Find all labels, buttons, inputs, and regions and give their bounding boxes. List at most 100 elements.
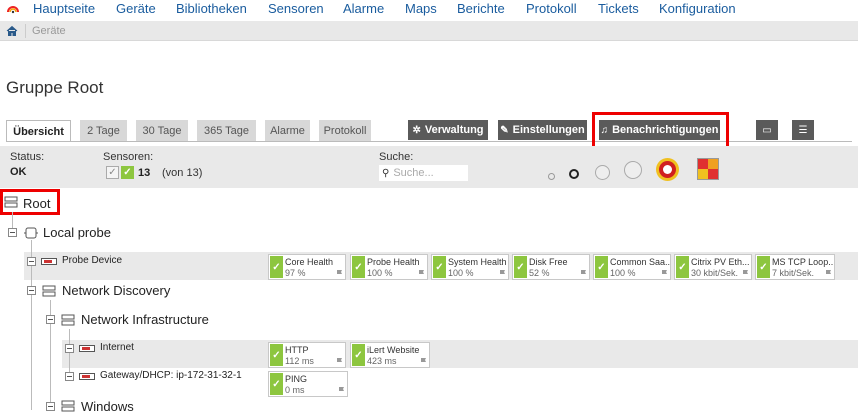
check-icon: ✓ [270, 373, 283, 395]
wrench-icon: ✎ [500, 124, 509, 136]
status-value: OK [10, 166, 27, 178]
sensor-name: iLert Website [367, 345, 420, 355]
top-navigation: Hauptseite Geräte Bibliotheken Sensoren … [0, 0, 858, 19]
flag-icon[interactable] [580, 270, 587, 277]
flag-icon[interactable] [661, 270, 668, 277]
flag-icon[interactable] [418, 270, 425, 277]
verwaltung-button[interactable]: ✲ Verwaltung [408, 120, 488, 140]
sensor-disk-free[interactable]: ✓ Disk Free 52 % [512, 254, 590, 280]
flag-icon[interactable] [742, 270, 749, 277]
breadcrumb-separator [25, 24, 26, 38]
view-size-option-1[interactable] [548, 173, 555, 180]
prtg-logo-icon[interactable] [7, 3, 19, 15]
tab-protokoll[interactable]: Protokoll [319, 120, 371, 141]
sensor-name: Citrix PV Eth... [691, 257, 750, 267]
nav-item-hauptseite[interactable]: Hauptseite [33, 1, 116, 16]
collapse-windows[interactable] [46, 402, 55, 411]
search-placeholder: Suche... [393, 167, 434, 179]
sensors-gray-check-icon[interactable]: ✓ [106, 166, 119, 179]
collapse-gateway[interactable] [65, 372, 74, 381]
sensor-probe-health[interactable]: ✓ Probe Health 100 % [350, 254, 428, 280]
nav-item-alarme[interactable]: Alarme [343, 1, 405, 16]
treemap-view-icon[interactable] [697, 158, 719, 180]
nav-item-geraete[interactable]: Geräte [116, 1, 176, 16]
view-size-option-3[interactable] [595, 165, 610, 180]
sensor-value: 100 % [367, 268, 393, 278]
sensor-value: 52 % [529, 268, 550, 278]
sensors-green-check-icon[interactable]: ✓ [121, 166, 134, 179]
sensors-label: Sensoren: [103, 151, 154, 163]
flag-icon[interactable] [336, 270, 343, 277]
nav-item-protokoll[interactable]: Protokoll [526, 1, 598, 16]
nav-item-maps[interactable]: Maps [405, 1, 457, 16]
tree-local-probe[interactable]: Local probe [43, 225, 111, 240]
search-label: Suche: [379, 151, 414, 163]
comment-button[interactable]: ▭ [756, 120, 778, 140]
tree-windows[interactable]: Windows [81, 399, 134, 414]
flag-icon[interactable] [499, 270, 506, 277]
sunburst-view-icon[interactable] [656, 158, 679, 181]
tree-network-discovery[interactable]: Network Discovery [62, 283, 170, 298]
breadcrumb-current[interactable]: Geräte [32, 25, 66, 37]
flag-icon[interactable] [336, 358, 343, 365]
sensor-value: 97 % [285, 268, 306, 278]
tree-line [69, 329, 70, 377]
sensor-value: 30 kbit/Sek. [691, 268, 739, 278]
collapse-network-discovery[interactable] [27, 286, 36, 295]
view-size-option-2[interactable] [569, 169, 579, 179]
group-icon [42, 285, 56, 297]
sensor-core-health[interactable]: ✓ Core Health 97 % [268, 254, 346, 280]
sensor-common-saas[interactable]: ✓ Common Saa... 100 % [593, 254, 671, 280]
sensor-ilert-website[interactable]: ✓ iLert Website 423 ms [350, 342, 430, 368]
nav-item-sensoren[interactable]: Sensoren [268, 1, 343, 16]
tree-probe-device[interactable]: Probe Device [62, 255, 122, 266]
tree-internet[interactable]: Internet [100, 342, 134, 353]
sensor-value: 0 ms [285, 385, 305, 395]
home-icon[interactable] [6, 25, 18, 37]
sensor-http[interactable]: ✓ HTTP 112 ms [268, 342, 346, 368]
sensor-ms-tcp-loopback[interactable]: ✓ MS TCP Loop... 7 kbit/Sek. [755, 254, 835, 280]
device-icon [41, 258, 57, 265]
collapse-internet[interactable] [65, 344, 74, 353]
sensor-system-health[interactable]: ✓ System Health 100 % [431, 254, 509, 280]
tab-30-tage[interactable]: 30 Tage [136, 120, 188, 141]
tree-gateway[interactable]: Gateway/DHCP: ip-172-31-32-1 [100, 370, 242, 381]
check-icon: ✓ [433, 256, 446, 278]
nav-item-tickets[interactable]: Tickets [598, 1, 659, 16]
tree-network-infrastructure[interactable]: Network Infrastructure [81, 312, 209, 327]
collapse-probe-device[interactable] [27, 257, 36, 266]
sensors-count: 13 [138, 167, 151, 179]
flag-icon[interactable] [420, 358, 427, 365]
list-button[interactable]: ☰ [792, 120, 814, 140]
sensor-name: HTTP [285, 345, 309, 355]
einstellungen-button[interactable]: ✎ Einstellungen [498, 120, 587, 140]
collapse-network-infrastructure[interactable] [46, 315, 55, 324]
check-icon: ✓ [514, 256, 527, 278]
highlight-benachrichtigungen [592, 112, 729, 149]
page-title: Gruppe Root [6, 78, 104, 97]
search-icon: ⚲ [382, 167, 390, 179]
nav-item-berichte[interactable]: Berichte [457, 1, 526, 16]
tab-2-tage[interactable]: 2 Tage [80, 120, 127, 141]
check-icon: ✓ [595, 256, 608, 278]
status-label: Status: [10, 151, 45, 163]
flag-icon[interactable] [825, 270, 832, 277]
tab-alarme[interactable]: Alarme [265, 120, 310, 141]
comment-icon: ▭ [762, 124, 772, 136]
check-icon: ✓ [352, 344, 365, 366]
probe-icon [24, 227, 38, 239]
sensor-value: 100 % [610, 268, 636, 278]
sensor-ping[interactable]: ✓ PING 0 ms [268, 371, 348, 397]
nav-item-bibliotheken[interactable]: Bibliotheken [176, 1, 268, 16]
view-size-option-4[interactable] [624, 161, 642, 179]
flag-icon[interactable] [338, 387, 345, 394]
tab-uebersicht[interactable]: Übersicht [6, 120, 71, 142]
nav-item-konfiguration[interactable]: Konfiguration [659, 1, 736, 16]
sensor-value: 423 ms [367, 356, 397, 366]
highlight-root [0, 189, 60, 215]
sensor-citrix-pv[interactable]: ✓ Citrix PV Eth... 30 kbit/Sek. [674, 254, 752, 280]
sensors-total: (von 13) [162, 167, 203, 179]
collapse-local-probe[interactable] [8, 228, 17, 237]
tab-365-tage[interactable]: 365 Tage [197, 120, 256, 141]
search-input[interactable]: ⚲ Suche... [379, 165, 468, 181]
